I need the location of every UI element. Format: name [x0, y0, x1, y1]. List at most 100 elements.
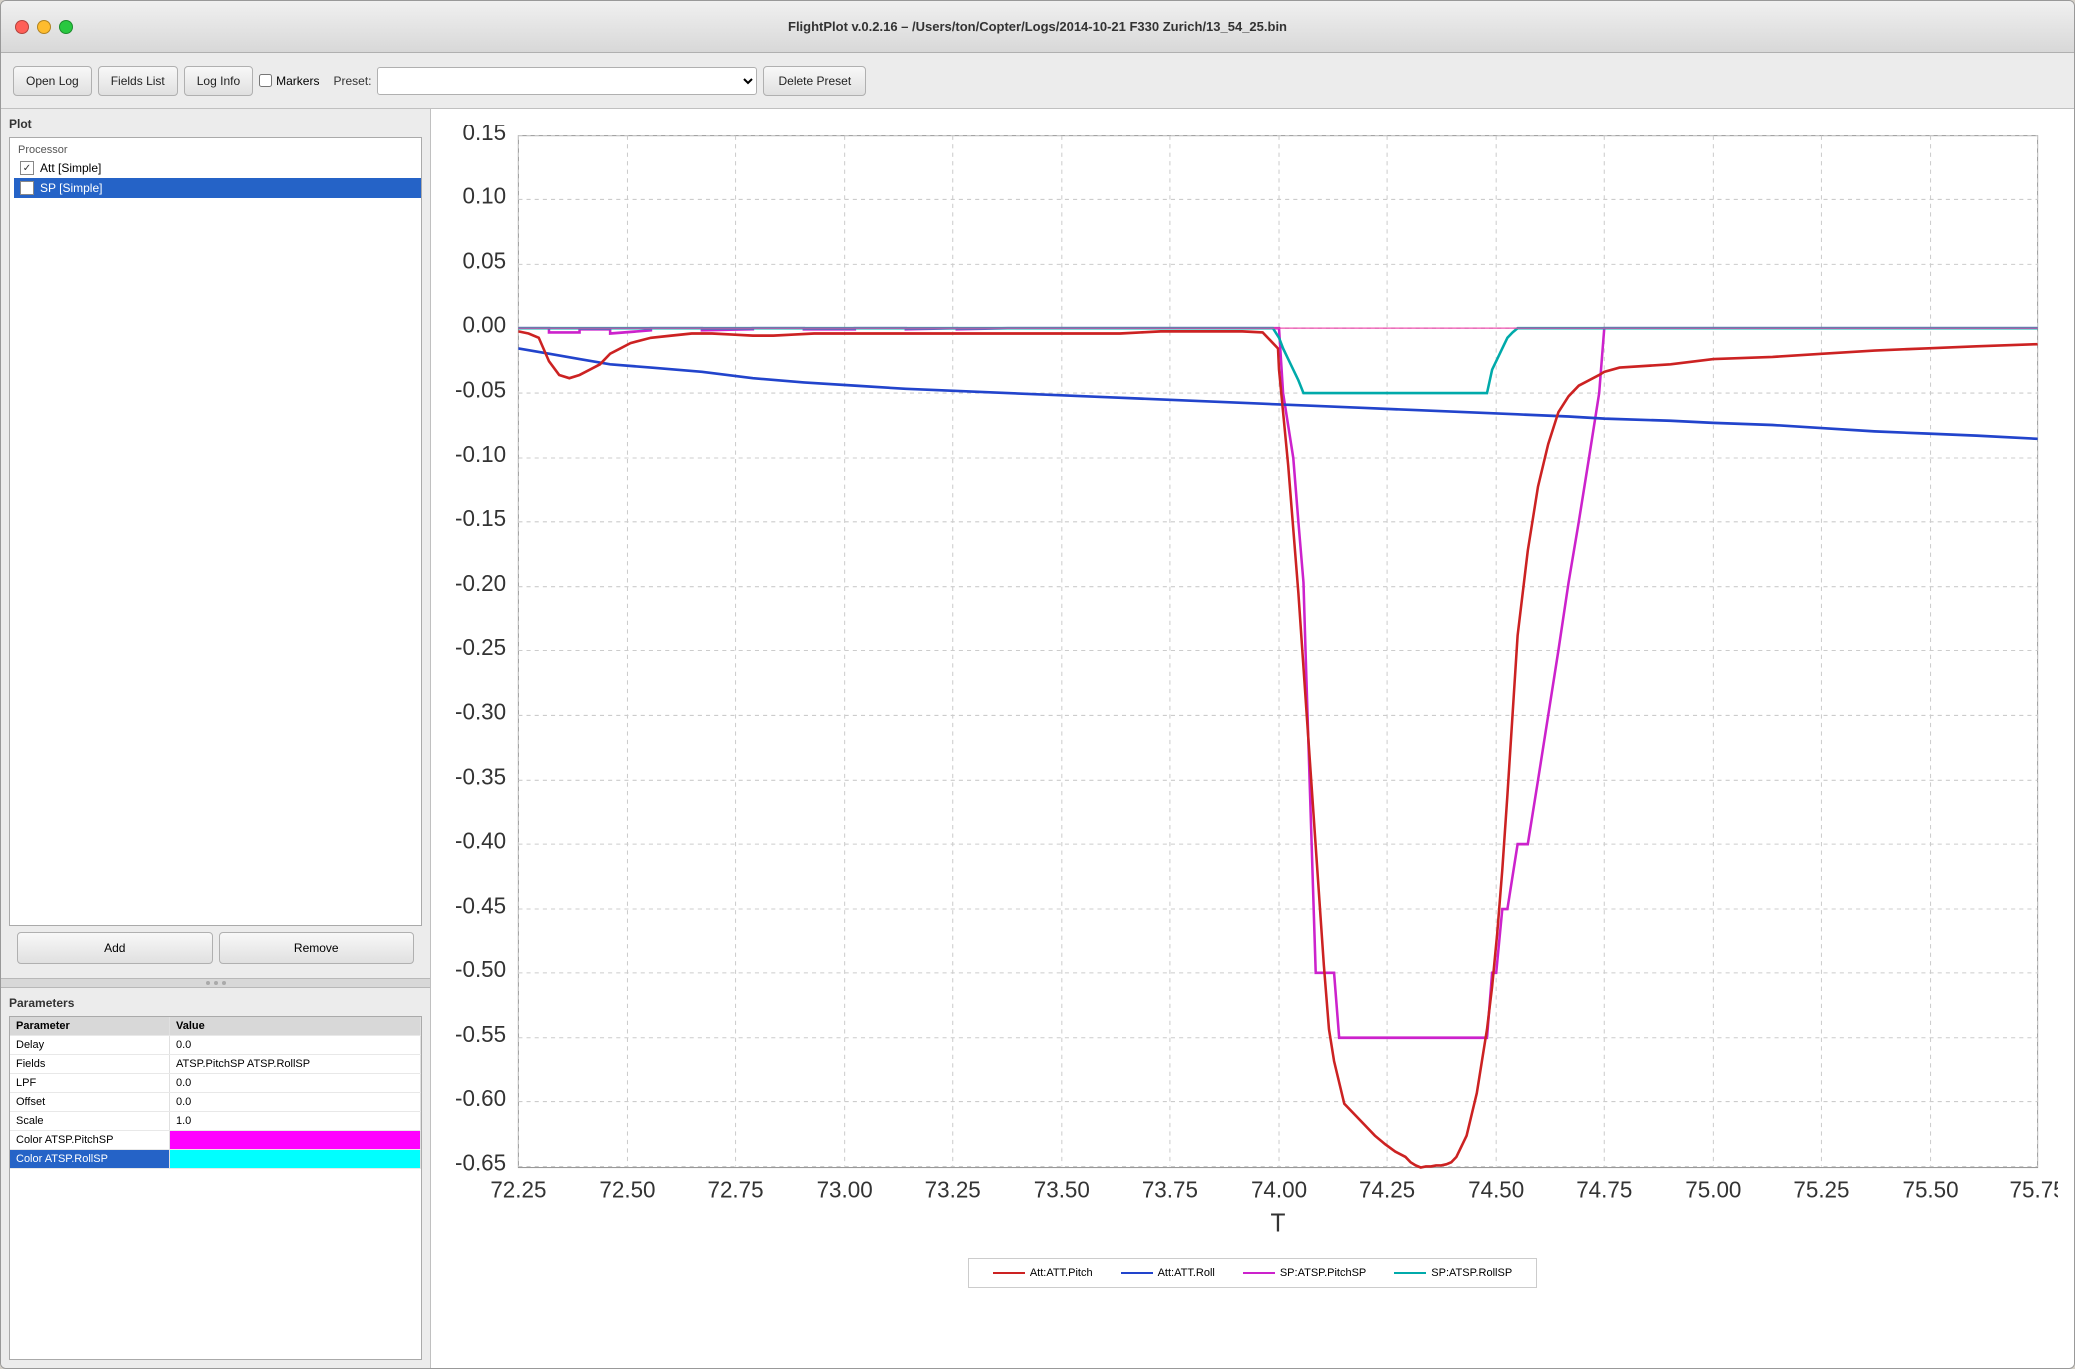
- plot-buttons: Add Remove: [9, 926, 422, 970]
- svg-text:-0.65: -0.65: [455, 1149, 506, 1176]
- open-log-button[interactable]: Open Log: [13, 66, 92, 96]
- plot-section-label: Plot: [9, 117, 422, 131]
- maximize-button[interactable]: [59, 20, 73, 34]
- att-checkbox[interactable]: [20, 161, 34, 175]
- svg-text:72.75: 72.75: [708, 1176, 764, 1203]
- legend-item-pitchsp: SP:ATSP.PitchSP: [1243, 1267, 1366, 1279]
- delete-preset-button[interactable]: Delete Preset: [763, 66, 866, 96]
- svg-text:73.00: 73.00: [817, 1176, 873, 1203]
- plot-list-box: Processor Att [Simple] SP [Simple]: [9, 137, 422, 926]
- plot-section: Plot Processor Att [Simple] SP [Simple]: [1, 109, 430, 978]
- lpf-row: LPF 0.0: [10, 1074, 421, 1093]
- remove-button[interactable]: Remove: [219, 932, 415, 964]
- offset-row: Offset 0.0: [10, 1093, 421, 1112]
- svg-text:0.15: 0.15: [462, 125, 506, 145]
- chart-svg: .grid-line { stroke: #cccccc; stroke-wid…: [447, 125, 2058, 1242]
- markers-checkbox[interactable]: [259, 74, 272, 87]
- color-rollsp-param: Color ATSP.RollSP: [10, 1150, 170, 1168]
- app-window: FlightPlot v.0.2.16 – /Users/ton/Copter/…: [0, 0, 2075, 1369]
- scale-param: Scale: [10, 1112, 170, 1130]
- toolbar: Open Log Fields List Log Info Markers Pr…: [1, 53, 2074, 109]
- svg-text:-0.15: -0.15: [455, 505, 506, 532]
- fields-list-button[interactable]: Fields List: [98, 66, 178, 96]
- resize-handle[interactable]: [1, 978, 430, 988]
- svg-text:-0.60: -0.60: [455, 1084, 506, 1111]
- preset-label: Preset:: [333, 74, 371, 88]
- svg-text:74.25: 74.25: [1359, 1176, 1415, 1203]
- markers-label: Markers: [276, 74, 319, 88]
- processor-column-label: Processor: [14, 142, 421, 158]
- svg-text:-0.10: -0.10: [455, 441, 506, 468]
- legend-item-roll: Att:ATT.Roll: [1121, 1267, 1215, 1279]
- parameters-table: Parameter Value Delay 0.0 Fields ATSP.Pi…: [9, 1016, 422, 1360]
- svg-text:-0.30: -0.30: [455, 698, 506, 725]
- svg-text:T: T: [1271, 1209, 1286, 1238]
- fields-param: Fields: [10, 1055, 170, 1073]
- legend-label-roll: Att:ATT.Roll: [1158, 1267, 1215, 1279]
- svg-text:-0.50: -0.50: [455, 956, 506, 983]
- parameters-label: Parameters: [9, 996, 422, 1010]
- window-title: FlightPlot v.0.2.16 – /Users/ton/Copter/…: [788, 19, 1287, 34]
- legend-item-pitch: Att:ATT.Pitch: [993, 1267, 1093, 1279]
- lpf-value: 0.0: [170, 1074, 421, 1092]
- svg-text:75.50: 75.50: [1902, 1176, 1958, 1203]
- left-panel: Plot Processor Att [Simple] SP [Simple]: [1, 109, 431, 1368]
- close-button[interactable]: [15, 20, 29, 34]
- add-button[interactable]: Add: [17, 932, 213, 964]
- minimize-button[interactable]: [37, 20, 51, 34]
- color-pitchsp-row[interactable]: Color ATSP.PitchSP: [10, 1131, 421, 1150]
- svg-text:74.00: 74.00: [1251, 1176, 1307, 1203]
- legend-line-rollsp: [1394, 1272, 1426, 1274]
- sp-item-label: SP [Simple]: [40, 181, 102, 195]
- svg-text:74.75: 74.75: [1576, 1176, 1632, 1203]
- svg-text:75.00: 75.00: [1685, 1176, 1741, 1203]
- sp-checkbox[interactable]: [20, 181, 34, 195]
- plot-item-att[interactable]: Att [Simple]: [14, 158, 421, 178]
- color-pitchsp-param: Color ATSP.PitchSP: [10, 1131, 170, 1149]
- svg-text:0.00: 0.00: [462, 311, 506, 338]
- params-header: Parameter Value: [10, 1017, 421, 1036]
- chart-area: .grid-line { stroke: #cccccc; stroke-wid…: [431, 109, 2074, 1368]
- svg-text:72.25: 72.25: [490, 1176, 546, 1203]
- parameters-section: Parameters Parameter Value Delay 0.0 Fie…: [1, 988, 430, 1368]
- chart-legend: Att:ATT.Pitch Att:ATT.Roll SP:ATSP.Pitch…: [968, 1258, 1537, 1288]
- delay-row: Delay 0.0: [10, 1036, 421, 1055]
- chart-container: .grid-line { stroke: #cccccc; stroke-wid…: [447, 125, 2058, 1242]
- svg-text:-0.45: -0.45: [455, 892, 506, 919]
- svg-text:0.05: 0.05: [462, 247, 506, 274]
- legend-line-pitch: [993, 1272, 1025, 1274]
- svg-text:-0.40: -0.40: [455, 827, 506, 854]
- svg-text:-0.55: -0.55: [455, 1021, 506, 1048]
- color-rollsp-row[interactable]: Color ATSP.RollSP: [10, 1150, 421, 1169]
- legend-label-pitchsp: SP:ATSP.PitchSP: [1280, 1267, 1366, 1279]
- scale-row: Scale 1.0: [10, 1112, 421, 1131]
- delay-param: Delay: [10, 1036, 170, 1054]
- svg-text:75.75: 75.75: [2010, 1176, 2058, 1203]
- svg-text:-0.35: -0.35: [455, 763, 506, 790]
- main-content: Plot Processor Att [Simple] SP [Simple]: [1, 109, 2074, 1368]
- window-controls: [15, 20, 73, 34]
- svg-text:-0.20: -0.20: [455, 570, 506, 597]
- offset-value: 0.0: [170, 1093, 421, 1111]
- param-col-header: Parameter: [10, 1017, 170, 1035]
- legend-label-rollsp: SP:ATSP.RollSP: [1431, 1267, 1512, 1279]
- lpf-param: LPF: [10, 1074, 170, 1092]
- plot-item-sp[interactable]: SP [Simple]: [14, 178, 421, 198]
- preset-select[interactable]: [377, 67, 757, 95]
- svg-text:73.50: 73.50: [1034, 1176, 1090, 1203]
- svg-text:73.75: 73.75: [1142, 1176, 1198, 1203]
- log-info-button[interactable]: Log Info: [184, 66, 253, 96]
- offset-param: Offset: [10, 1093, 170, 1111]
- legend-line-roll: [1121, 1272, 1153, 1274]
- legend-line-pitchsp: [1243, 1272, 1275, 1274]
- title-bar: FlightPlot v.0.2.16 – /Users/ton/Copter/…: [1, 1, 2074, 53]
- svg-text:75.25: 75.25: [1793, 1176, 1849, 1203]
- color-pitchsp-value[interactable]: [170, 1131, 421, 1149]
- svg-text:-0.25: -0.25: [455, 633, 506, 660]
- color-rollsp-value[interactable]: [170, 1150, 421, 1168]
- markers-control: Markers: [259, 74, 319, 88]
- value-col-header: Value: [170, 1017, 421, 1035]
- svg-text:74.50: 74.50: [1468, 1176, 1524, 1203]
- legend-item-rollsp: SP:ATSP.RollSP: [1394, 1267, 1512, 1279]
- svg-text:-0.05: -0.05: [455, 376, 506, 403]
